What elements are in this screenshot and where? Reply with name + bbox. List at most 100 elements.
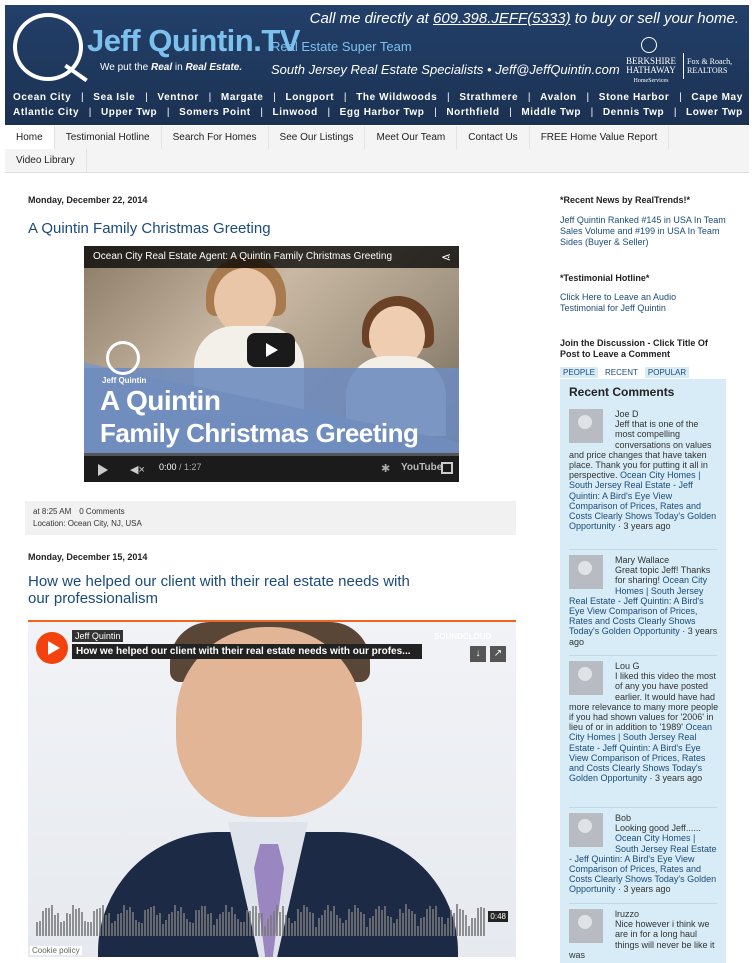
town-separator: | [343, 92, 347, 103]
town-link[interactable]: Cape May [691, 92, 743, 103]
town-link[interactable]: Lower Twp [686, 107, 743, 118]
waveform-bar [351, 912, 353, 936]
waveform-bar [396, 918, 398, 936]
waveform-bar [414, 914, 416, 936]
video-title[interactable]: Ocean City Real Estate Agent: A Quintin … [84, 246, 459, 268]
avatar[interactable] [569, 661, 603, 695]
waveform-bar [249, 910, 251, 936]
realtrends-link[interactable]: Jeff Quintin Ranked #145 in USA In Team … [560, 215, 726, 248]
waveform-bar [66, 913, 68, 936]
town-separator: | [166, 107, 170, 118]
town-separator: | [527, 92, 531, 103]
town-separator: | [673, 107, 677, 118]
town-link[interactable]: Upper Twp [101, 107, 157, 118]
post-title-link[interactable]: A Quintin Family Christmas Greeting [28, 220, 516, 237]
soundcloud-logo[interactable]: SOUNDCLOUD [434, 632, 491, 641]
town-link[interactable]: Northfield [446, 107, 499, 118]
town-link[interactable]: Ocean City [13, 92, 71, 103]
town-separator: | [273, 92, 276, 103]
waveform-bar [447, 918, 449, 936]
waveform-bar [99, 907, 101, 936]
waveform-bar [90, 922, 92, 936]
comments-link[interactable]: 0 Comments [79, 507, 124, 516]
town-link[interactable]: Stone Harbor [599, 92, 670, 103]
town-link[interactable]: Sea Isle [93, 92, 135, 103]
soundcloud-embed[interactable]: Jeff Quintin How we helped our client wi… [28, 622, 516, 957]
town-link[interactable]: Somers Point [179, 107, 251, 118]
town-link[interactable]: Ventnor [157, 92, 198, 103]
play-button[interactable] [247, 333, 295, 367]
youtube-logo[interactable]: YouTube [401, 462, 442, 473]
nav-item-see-our-listings[interactable]: See Our Listings [269, 126, 366, 149]
phone-link[interactable]: 609.398.JEFF(5333) [433, 10, 571, 27]
nav-item-search-for-homes[interactable]: Search For Homes [162, 126, 269, 149]
town-link[interactable]: Middle Twp [521, 107, 581, 118]
waveform-bar [273, 910, 275, 936]
waveform-bar [336, 915, 338, 936]
avatar[interactable] [569, 909, 603, 943]
waveform-bar [171, 912, 173, 936]
waveform-bar [411, 911, 413, 936]
avatar[interactable] [569, 813, 603, 847]
play-icon[interactable] [98, 464, 108, 476]
share-icon[interactable]: ↗ [490, 646, 506, 662]
youtube-video-embed[interactable]: Ocean City Real Estate Agent: A Quintin … [84, 246, 459, 482]
specialists-line: South Jersey Real Estate Specialists • J… [271, 62, 620, 77]
waveform-bar [255, 906, 257, 936]
waveform-bar [390, 917, 392, 936]
town-separator: | [208, 92, 212, 103]
soundcloud-user[interactable]: Jeff Quintin [72, 630, 124, 642]
settings-icon[interactable]: ✱ [381, 462, 390, 475]
download-icon[interactable]: ↓ [470, 646, 486, 662]
waveform-bar [420, 917, 422, 936]
nav-item-contact-us[interactable]: Contact Us [457, 126, 530, 149]
comment-item: Mary Wallace Great topic Jeff! Thanks fo… [569, 555, 718, 647]
town-link[interactable]: The Wildwoods [356, 92, 437, 103]
town-link[interactable]: Atlantic City [13, 107, 79, 118]
town-link[interactable]: Strathmere [459, 92, 518, 103]
town-link[interactable]: Dennis Twp [603, 107, 664, 118]
town-link[interactable]: Margate [221, 92, 264, 103]
nav-item-free-home-value-report[interactable]: FREE Home Value Report [530, 126, 670, 149]
nav-item-testimonial-hotline[interactable]: Testimonial Hotline [55, 126, 162, 149]
waveform-bar [342, 922, 344, 936]
tab-popular[interactable]: POPULAR [644, 367, 690, 378]
cookie-policy-link[interactable]: Cookie policy [30, 946, 82, 955]
avatar[interactable] [569, 555, 603, 589]
soundcloud-track-title[interactable]: How we helped our client with their real… [72, 644, 422, 659]
town-link[interactable]: Longport [285, 92, 334, 103]
nav-item-video-library[interactable]: Video Library [5, 149, 87, 172]
share-icon[interactable]: ⋖ [439, 250, 453, 264]
town-link[interactable]: Avalon [540, 92, 577, 103]
avatar[interactable] [569, 409, 603, 443]
nav-item-home[interactable]: Home [5, 126, 55, 149]
waveform-bar [93, 910, 95, 936]
waveform-bar [42, 911, 44, 936]
town-link[interactable]: Linwood [273, 107, 318, 118]
waveform-bar [120, 913, 122, 936]
waveform[interactable] [36, 900, 508, 936]
mute-icon[interactable]: ◀× [130, 463, 145, 476]
waveform-bar [243, 921, 245, 936]
soundcloud-play-button[interactable] [36, 632, 68, 664]
waveform-bar [144, 910, 146, 936]
logo-q-mark[interactable] [13, 13, 88, 83]
fullscreen-icon[interactable] [441, 462, 453, 474]
nav-item-meet-our-team[interactable]: Meet Our Team [365, 126, 458, 149]
waveform-bar [114, 920, 116, 936]
testimonial-link[interactable]: Click Here to Leave an Audio Testimonial… [560, 292, 700, 314]
waveform-bar [141, 922, 143, 936]
track-duration: 0:48 [488, 911, 508, 922]
town-separator: | [260, 107, 263, 118]
post-title-link[interactable]: How we helped our client with their real… [28, 573, 428, 607]
town-link[interactable]: Egg Harbor Twp [340, 107, 425, 118]
logo-title[interactable]: Jeff Quintin.TV [87, 23, 300, 59]
waveform-bar [270, 914, 272, 936]
waveform-bar [444, 923, 446, 936]
post-timestamp-link[interactable]: at 8:25 AM [33, 507, 71, 516]
tab-people[interactable]: PEOPLE [560, 367, 599, 378]
tab-recent[interactable]: RECENT [602, 367, 641, 378]
waveform-bar [147, 909, 149, 936]
waveform-bar [84, 920, 86, 936]
testimonial-heading: *Testimonial Hotline* [560, 273, 650, 283]
